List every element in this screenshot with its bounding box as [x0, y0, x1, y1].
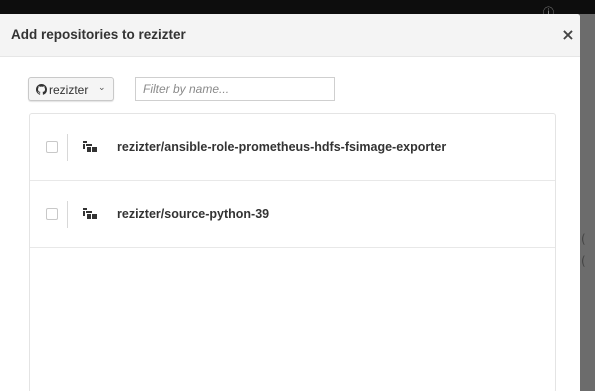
repository-list: rezizter/ansible-role-prometheus-hdfs-fs… [29, 113, 556, 391]
close-icon[interactable]: × [559, 25, 577, 45]
background-glyph: ( [581, 232, 586, 246]
modal-header: Add repositories to rezizter × [0, 14, 580, 57]
repository-checkbox[interactable] [46, 208, 58, 220]
org-selector-label: rezizter [49, 83, 89, 97]
repository-row[interactable]: rezizter/source-python-39 [30, 181, 555, 248]
modal-title: Add repositories to rezizter [11, 27, 186, 42]
repository-row[interactable]: rezizter/ansible-role-prometheus-hdfs-fs… [30, 114, 555, 181]
background-glyph: ( [581, 254, 586, 268]
background-overlay-strip: ( ( [580, 14, 595, 391]
org-selector-button[interactable]: rezizter ⌄ [28, 77, 114, 101]
github-icon [36, 84, 47, 95]
chevron-down-icon: ⌄ [98, 83, 106, 93]
filter-by-name-input[interactable] [135, 77, 335, 101]
repository-name[interactable]: rezizter/ansible-role-prometheus-hdfs-fs… [117, 140, 446, 154]
repository-icon [83, 208, 97, 219]
repository-name[interactable]: rezizter/source-python-39 [117, 207, 269, 221]
background-top-bar [0, 0, 595, 14]
repository-checkbox[interactable] [46, 141, 58, 153]
add-repositories-modal: Add repositories to rezizter × rezizter … [0, 14, 580, 391]
row-divider [67, 134, 68, 161]
row-divider [67, 201, 68, 228]
repository-icon [83, 141, 97, 152]
